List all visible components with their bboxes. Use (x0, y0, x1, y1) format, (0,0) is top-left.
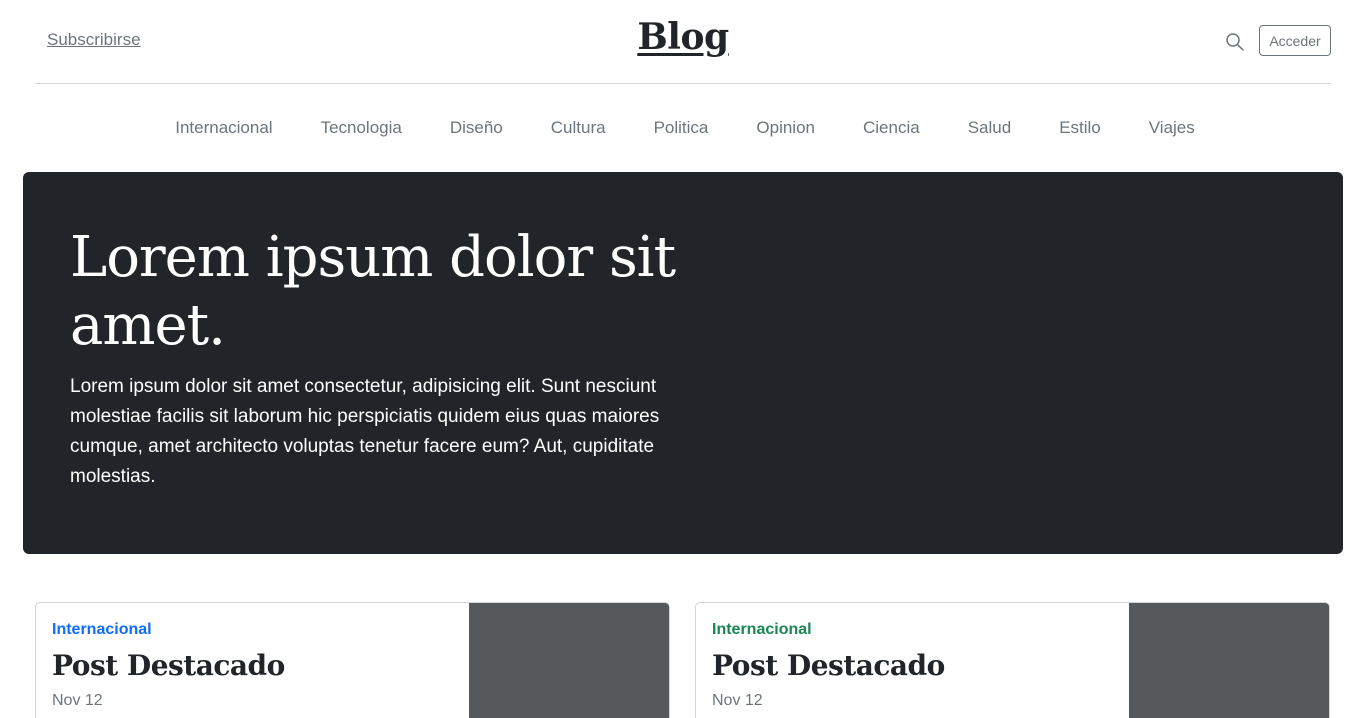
nav-item-politica[interactable]: Politica (630, 110, 733, 146)
card-title: Post Destacado (712, 649, 945, 682)
card-date: Nov 12 (52, 692, 103, 709)
nav-item-salud[interactable]: Salud (944, 110, 1035, 146)
card-body: Internacional Post Destacado Nov 12 (52, 621, 452, 710)
hero-banner: Lorem ipsum dolor sit amet. Lorem ipsum … (23, 172, 1343, 554)
card-category[interactable]: Internacional (712, 621, 1112, 639)
search-icon[interactable] (1225, 32, 1245, 52)
card-category[interactable]: Internacional (52, 621, 452, 639)
hero-title: Lorem ipsum dolor sit amet. (70, 225, 676, 358)
login-button[interactable]: Acceder (1259, 25, 1331, 56)
blog-brand-link[interactable]: Blog (35, 16, 1331, 58)
nav-item-estilo[interactable]: Estilo (1035, 110, 1125, 146)
nav-item-viajes[interactable]: Viajes (1125, 110, 1219, 146)
nav-item-cultura[interactable]: Cultura (527, 110, 630, 146)
nav-item-internacional[interactable]: Internacional (151, 110, 296, 146)
category-nav: Internacional Tecnologia Diseño Cultura … (0, 110, 1370, 146)
card-date: Nov 12 (712, 692, 763, 709)
nav-item-diseno[interactable]: Diseño (426, 110, 527, 146)
card-thumbnail (469, 603, 669, 718)
hero-lead: Lorem ipsum dolor sit amet consectetur, … (70, 376, 660, 487)
nav-item-opinion[interactable]: Opinion (732, 110, 839, 146)
site-header: Subscribirse Blog Acceder (35, 0, 1331, 84)
nav-item-ciencia[interactable]: Ciencia (839, 110, 944, 146)
nav-item-tecnologia[interactable]: Tecnologia (297, 110, 426, 146)
featured-post-card[interactable]: Internacional Post Destacado Nov 12 (695, 602, 1330, 718)
page: Subscribirse Blog Acceder Internacional … (0, 0, 1370, 718)
card-title: Post Destacado (52, 649, 285, 682)
card-thumbnail (1129, 603, 1329, 718)
featured-post-card[interactable]: Internacional Post Destacado Nov 12 (35, 602, 670, 718)
brand-wrap: Blog (35, 0, 1331, 84)
card-body: Internacional Post Destacado Nov 12 (712, 621, 1112, 710)
